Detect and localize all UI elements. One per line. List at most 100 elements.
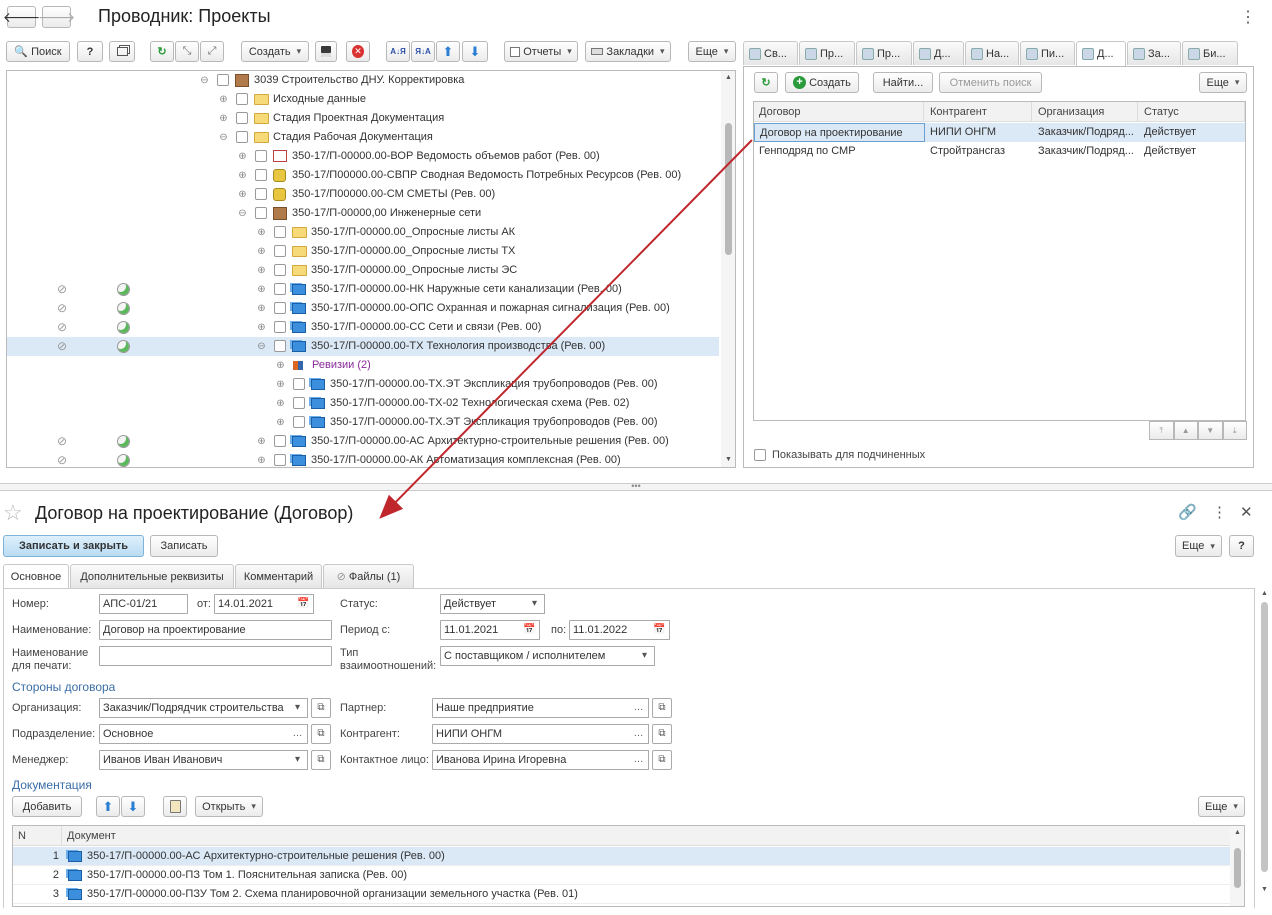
form-more-button[interactable]: Еще (1175, 535, 1222, 557)
move-up-button[interactable]: ⬆ (436, 41, 460, 62)
reports-button[interactable]: Отчеты (504, 41, 578, 62)
project-tree[interactable]: ⊖ 3039 Строительство ДНУ. Корректировка ⊕ И… (6, 70, 736, 468)
scroll-down-icon[interactable]: ▼ (725, 456, 732, 463)
expander-icon[interactable]: ⊕ (276, 356, 285, 375)
paperclip-icon[interactable]: ⊘ (57, 299, 67, 318)
delete-button[interactable]: ✕ (346, 41, 370, 62)
next-row-button[interactable]: ▼ (1198, 421, 1223, 440)
form-tab[interactable]: ⊘ Файлы (1) (323, 564, 414, 588)
number-field[interactable]: АПС-01/21 (99, 594, 188, 614)
tree-row[interactable]: ⊕ Ревизии (2) (7, 356, 719, 375)
help-button[interactable]: ? (77, 41, 103, 62)
date-field[interactable]: 14.01.2021 (214, 594, 295, 614)
paperclip-icon[interactable]: ⊘ (57, 432, 67, 451)
print-name-field[interactable] (99, 646, 332, 666)
row-checkbox[interactable] (274, 283, 286, 295)
docs-down-button[interactable]: ⬇ (121, 796, 145, 817)
clipboard-button[interactable] (163, 796, 187, 817)
row-checkbox[interactable] (274, 264, 286, 276)
expander-icon[interactable]: ⊕ (219, 90, 228, 109)
refresh-button[interactable]: ↻ (150, 41, 174, 62)
open-icon[interactable]: ⧉ (652, 750, 672, 770)
open-doc-button[interactable]: Открыть (195, 796, 263, 817)
contracts-refresh-button[interactable]: ↻ (754, 72, 778, 93)
period-to-field[interactable]: 11.01.2022 (569, 620, 651, 640)
expander-icon[interactable]: ⊕ (257, 261, 266, 280)
select-icon[interactable]: … (629, 698, 649, 718)
column-header[interactable]: Статус (1144, 102, 1245, 122)
tree-row[interactable]: ⊕ 350-17/П-00000.00-ВОР Ведомость объемов… (7, 147, 719, 166)
right-tab[interactable]: Св... (743, 41, 798, 65)
show-sub-checkbox[interactable] (754, 449, 766, 461)
manager-field[interactable]: Иванов Иван Иванович (99, 750, 289, 770)
scroll-thumb[interactable] (1234, 848, 1241, 888)
select-icon[interactable]: … (629, 724, 649, 744)
column-header[interactable]: Документ (67, 826, 116, 846)
tree-row[interactable]: ⊕ 350-17/П00000.00-СВПР Сводная Ведомость… (7, 166, 719, 185)
row-checkbox[interactable] (274, 226, 286, 238)
tree-row[interactable]: ⊕ 350-17/П-00000.00_Опросные листы АК (7, 223, 719, 242)
scroll-up-icon[interactable]: ▲ (1261, 590, 1268, 597)
relation-select[interactable]: С поставщиком / исполнителем (440, 646, 636, 666)
expand-button[interactable]: ⤢ (200, 41, 224, 62)
expander-icon[interactable]: ⊕ (257, 299, 266, 318)
row-checkbox[interactable] (236, 112, 248, 124)
contracts-grid[interactable]: Договор Контрагент Организация Статус Догово… (753, 101, 1246, 421)
form-tab[interactable]: Комментарий (235, 564, 322, 588)
tree-row[interactable]: ⊕ 350-17/П-00000.00-ТХ-02 Технологическая… (7, 394, 719, 413)
scroll-up-icon[interactable]: ▲ (725, 74, 732, 81)
favorite-star-icon[interactable]: ☆ (3, 500, 23, 526)
row-checkbox[interactable] (236, 131, 248, 143)
right-tab[interactable]: Пр... (799, 41, 855, 65)
period-from-field[interactable]: 11.01.2021 (440, 620, 521, 640)
approved-icon[interactable] (117, 302, 130, 315)
first-row-button[interactable]: ⤒ (1149, 421, 1174, 440)
tree-row[interactable]: ⊕ 350-17/П-00000.00-ТХ.ЭТ Экспликация тру… (7, 375, 719, 394)
expander-icon[interactable]: ⊕ (257, 223, 266, 242)
open-icon[interactable]: ⧉ (652, 698, 672, 718)
column-header[interactable]: Организация (1038, 102, 1138, 122)
paperclip-icon[interactable]: ⊘ (57, 280, 67, 299)
tree-row[interactable]: ⊘ ⊕ 350-17/П-00000.00-ОПС Охранная и пожар… (7, 299, 719, 318)
expander-icon[interactable]: ⊕ (257, 432, 266, 451)
tree-row[interactable]: ⊘ ⊕ 350-17/П-00000.00-НК Наружные сети кан… (7, 280, 719, 299)
expander-icon[interactable]: ⊕ (257, 451, 266, 467)
scroll-thumb[interactable] (725, 123, 732, 255)
chevron-down-icon[interactable]: ▾ (635, 646, 655, 666)
tree-row[interactable]: ⊖ Стадия Рабочая Документация (7, 128, 719, 147)
expander-icon[interactable]: ⊖ (219, 128, 228, 147)
right-tab[interactable]: Пи... (1020, 41, 1075, 65)
chevron-down-icon[interactable]: ▾ (288, 750, 308, 770)
row-checkbox[interactable] (236, 93, 248, 105)
status-select[interactable]: Действует (440, 594, 526, 614)
row-checkbox[interactable] (274, 340, 286, 352)
right-tab[interactable]: Би... (1182, 41, 1238, 65)
sort-asc-button[interactable]: А↓Я (386, 41, 410, 62)
save-button[interactable] (315, 41, 337, 62)
right-tab[interactable]: Д... (1076, 41, 1126, 66)
open-icon[interactable]: ⧉ (311, 698, 331, 718)
partner-field[interactable]: Наше предприятие (432, 698, 630, 718)
approved-icon[interactable] (117, 321, 130, 334)
row-checkbox[interactable] (293, 378, 305, 390)
splitter[interactable]: ••• (0, 482, 1272, 491)
tree-row[interactable]: ⊕ 350-17/П-00000.00_Опросные листы ТХ (7, 242, 719, 261)
more-button-left[interactable]: Еще (688, 41, 736, 62)
expander-icon[interactable]: ⊖ (257, 337, 266, 356)
expander-icon[interactable]: ⊕ (276, 413, 285, 432)
prev-row-button[interactable]: ▲ (1173, 421, 1198, 440)
form-tab[interactable]: Основное (3, 564, 69, 589)
search-button[interactable]: 🔍 Поиск (6, 41, 70, 62)
name-field[interactable]: Договор на проектирование (99, 620, 332, 640)
calendar-icon[interactable]: 📅 (650, 620, 670, 640)
column-header[interactable]: N (18, 826, 62, 846)
add-doc-button[interactable]: Добавить (12, 796, 82, 817)
row-checkbox[interactable] (217, 74, 229, 86)
row-checkbox[interactable] (255, 169, 267, 181)
counterparty-field[interactable]: НИПИ ОНГМ (432, 724, 630, 744)
back-button[interactable]: 🡐 (3, 6, 40, 28)
row-checkbox[interactable] (274, 245, 286, 257)
row-checkbox[interactable] (274, 435, 286, 447)
expander-icon[interactable]: ⊕ (238, 166, 247, 185)
select-icon[interactable]: … (629, 750, 649, 770)
